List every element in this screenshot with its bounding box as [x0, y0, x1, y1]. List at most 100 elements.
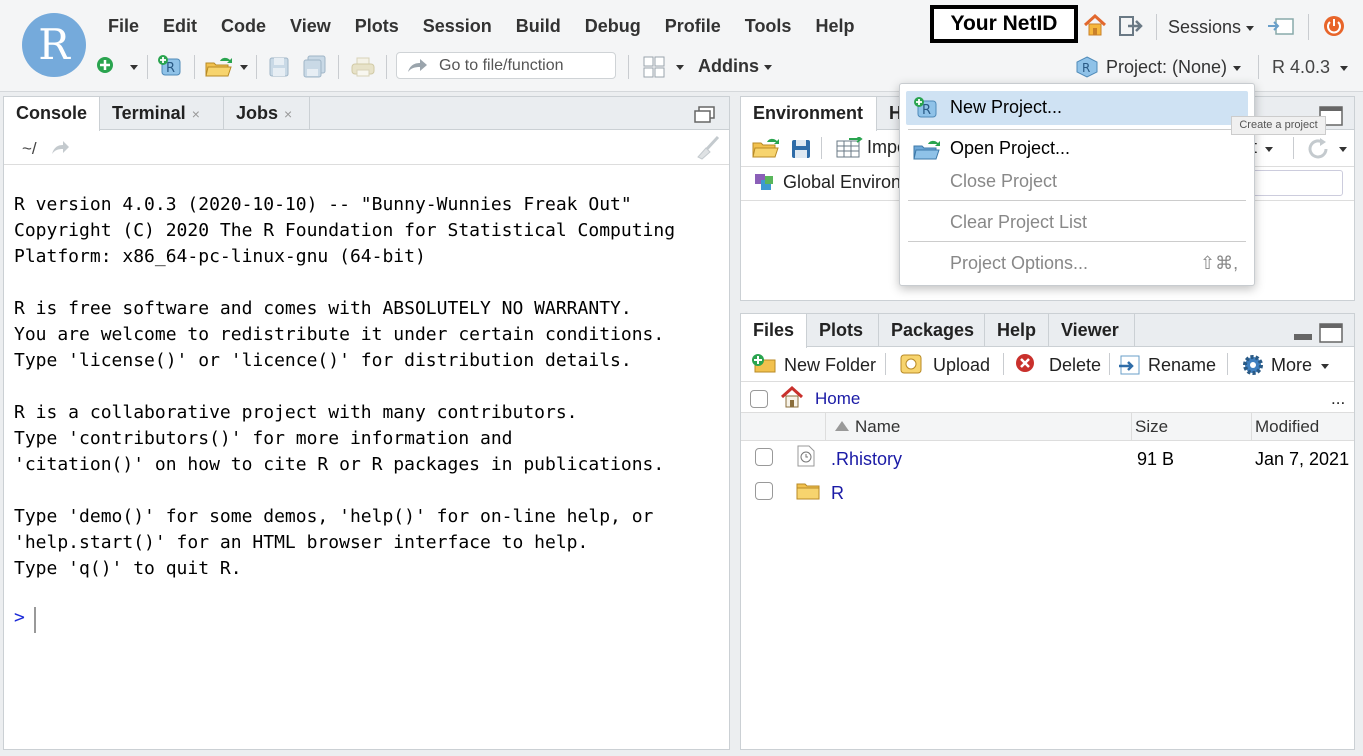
tab-files[interactable]: Files [741, 314, 807, 348]
tab-label: Environment [753, 103, 864, 123]
global-environment-selector[interactable]: Global Environ [783, 172, 901, 193]
breadcrumb-home[interactable]: Home [815, 389, 860, 409]
project-menu[interactable]: Project: (None) [1106, 57, 1227, 78]
r-version-menu[interactable]: R 4.0.3 [1272, 57, 1330, 78]
environment-search-input[interactable] [1251, 170, 1343, 196]
console-prompt: > [14, 607, 25, 628]
sign-out-icon[interactable] [1118, 14, 1144, 38]
menu-item-new-project[interactable]: New Project... [950, 97, 1062, 118]
refresh-icon[interactable] [1307, 137, 1331, 161]
close-icon[interactable]: × [192, 106, 200, 122]
power-icon[interactable] [1322, 14, 1346, 38]
sessions-menu[interactable]: Sessions [1168, 17, 1241, 38]
row-checkbox[interactable] [755, 482, 773, 500]
tab-label: Console [16, 103, 88, 123]
gear-icon [1243, 355, 1263, 375]
menu-item-project-options[interactable]: Project Options... [950, 253, 1088, 274]
file-link-r-folder[interactable]: R [831, 483, 844, 504]
separator [338, 55, 339, 79]
tab-viewer[interactable]: Viewer [1049, 314, 1135, 347]
divider [4, 164, 729, 165]
history-file-icon [797, 445, 815, 467]
pane-layout-icon[interactable] [642, 55, 666, 79]
clear-console-icon[interactable] [694, 135, 722, 161]
maximize-pane-icon[interactable] [694, 106, 716, 124]
chevron-down-icon[interactable] [130, 65, 138, 70]
rstudio-window: R File Edit Code View Plots Session Buil… [0, 0, 1363, 756]
minimize-pane-icon[interactable] [1294, 334, 1312, 340]
menu-item-close-project[interactable]: Close Project [950, 171, 1057, 192]
menu-tools[interactable]: Tools [733, 14, 804, 38]
new-project-icon[interactable]: R [156, 53, 186, 79]
file-link-rhistory[interactable]: .Rhistory [831, 449, 902, 470]
menu-session[interactable]: Session [411, 14, 504, 38]
column-size[interactable]: Size [1135, 417, 1168, 437]
tab-terminal[interactable]: Terminal × [100, 97, 224, 130]
menu-debug[interactable]: Debug [573, 14, 653, 38]
console-cursor[interactable] [34, 607, 36, 633]
shortcut-project-options: ⇧⌘, [1200, 253, 1239, 273]
row-checkbox[interactable] [755, 448, 773, 466]
delete-icon [1016, 354, 1034, 372]
column-modified[interactable]: Modified [1255, 417, 1319, 437]
separator [628, 55, 629, 79]
menu-item-open-project[interactable]: Open Project... [950, 138, 1070, 159]
menu-file[interactable]: File [96, 14, 151, 38]
open-folder-icon[interactable] [204, 55, 234, 79]
menu-code[interactable]: Code [209, 14, 278, 38]
maximize-pane-icon[interactable] [1319, 323, 1343, 343]
upload-button[interactable]: Upload [933, 355, 990, 376]
tab-environment[interactable]: Environment [741, 97, 877, 131]
goto-file-input[interactable]: Go to file/function [396, 52, 616, 79]
chevron-down-icon[interactable] [676, 65, 684, 70]
chevron-down-icon[interactable] [240, 65, 248, 70]
new-file-icon[interactable] [96, 56, 114, 74]
rename-button[interactable]: Rename [1148, 355, 1216, 376]
separator [1308, 14, 1309, 40]
tab-packages[interactable]: Packages [879, 314, 985, 347]
new-folder-button[interactable]: New Folder [784, 355, 876, 376]
console-path: ~/ [22, 139, 37, 158]
menu-item-clear-project-list[interactable]: Clear Project List [950, 212, 1087, 233]
top-bar: R File Edit Code View Plots Session Buil… [0, 0, 1363, 92]
menu-plots[interactable]: Plots [343, 14, 411, 38]
separator [256, 55, 257, 79]
menu-view[interactable]: View [278, 14, 343, 38]
menu-profile[interactable]: Profile [653, 14, 733, 38]
file-size: 91 B [1137, 449, 1175, 469]
import-dataset-icon[interactable] [835, 137, 863, 159]
separator [194, 55, 195, 79]
chevron-down-icon [764, 65, 772, 70]
more-path-button[interactable]: ... [1331, 389, 1345, 409]
save-all-icon[interactable] [302, 54, 328, 78]
menu-build[interactable]: Build [504, 14, 573, 38]
separator [821, 137, 822, 159]
more-button[interactable]: More [1271, 355, 1312, 376]
menu-help[interactable]: Help [803, 14, 866, 38]
chevron-down-icon [1339, 147, 1347, 152]
home-icon[interactable] [1082, 12, 1108, 38]
home-icon[interactable] [779, 385, 805, 409]
separator [147, 55, 148, 79]
open-project-icon [913, 140, 940, 160]
tab-label: Packages [891, 320, 975, 340]
new-session-icon[interactable] [1266, 16, 1296, 38]
select-all-checkbox[interactable] [750, 390, 768, 408]
tab-help[interactable]: Help [985, 314, 1049, 347]
chevron-down-icon [1246, 26, 1254, 31]
go-to-directory-icon[interactable] [50, 140, 70, 156]
load-workspace-icon[interactable] [751, 137, 781, 159]
menu-edit[interactable]: Edit [151, 14, 209, 38]
menu-divider [908, 129, 1246, 130]
print-icon[interactable] [350, 56, 376, 78]
tab-plots[interactable]: Plots [807, 314, 879, 347]
save-workspace-icon[interactable] [791, 139, 811, 159]
separator [1109, 353, 1110, 375]
save-icon[interactable] [268, 56, 290, 78]
close-icon[interactable]: × [284, 106, 292, 122]
column-name[interactable]: Name [855, 417, 900, 437]
tab-console[interactable]: Console [4, 97, 100, 131]
tab-jobs[interactable]: Jobs × [224, 97, 310, 130]
delete-button[interactable]: Delete [1049, 355, 1101, 376]
addins-menu[interactable]: Addins [698, 56, 759, 77]
